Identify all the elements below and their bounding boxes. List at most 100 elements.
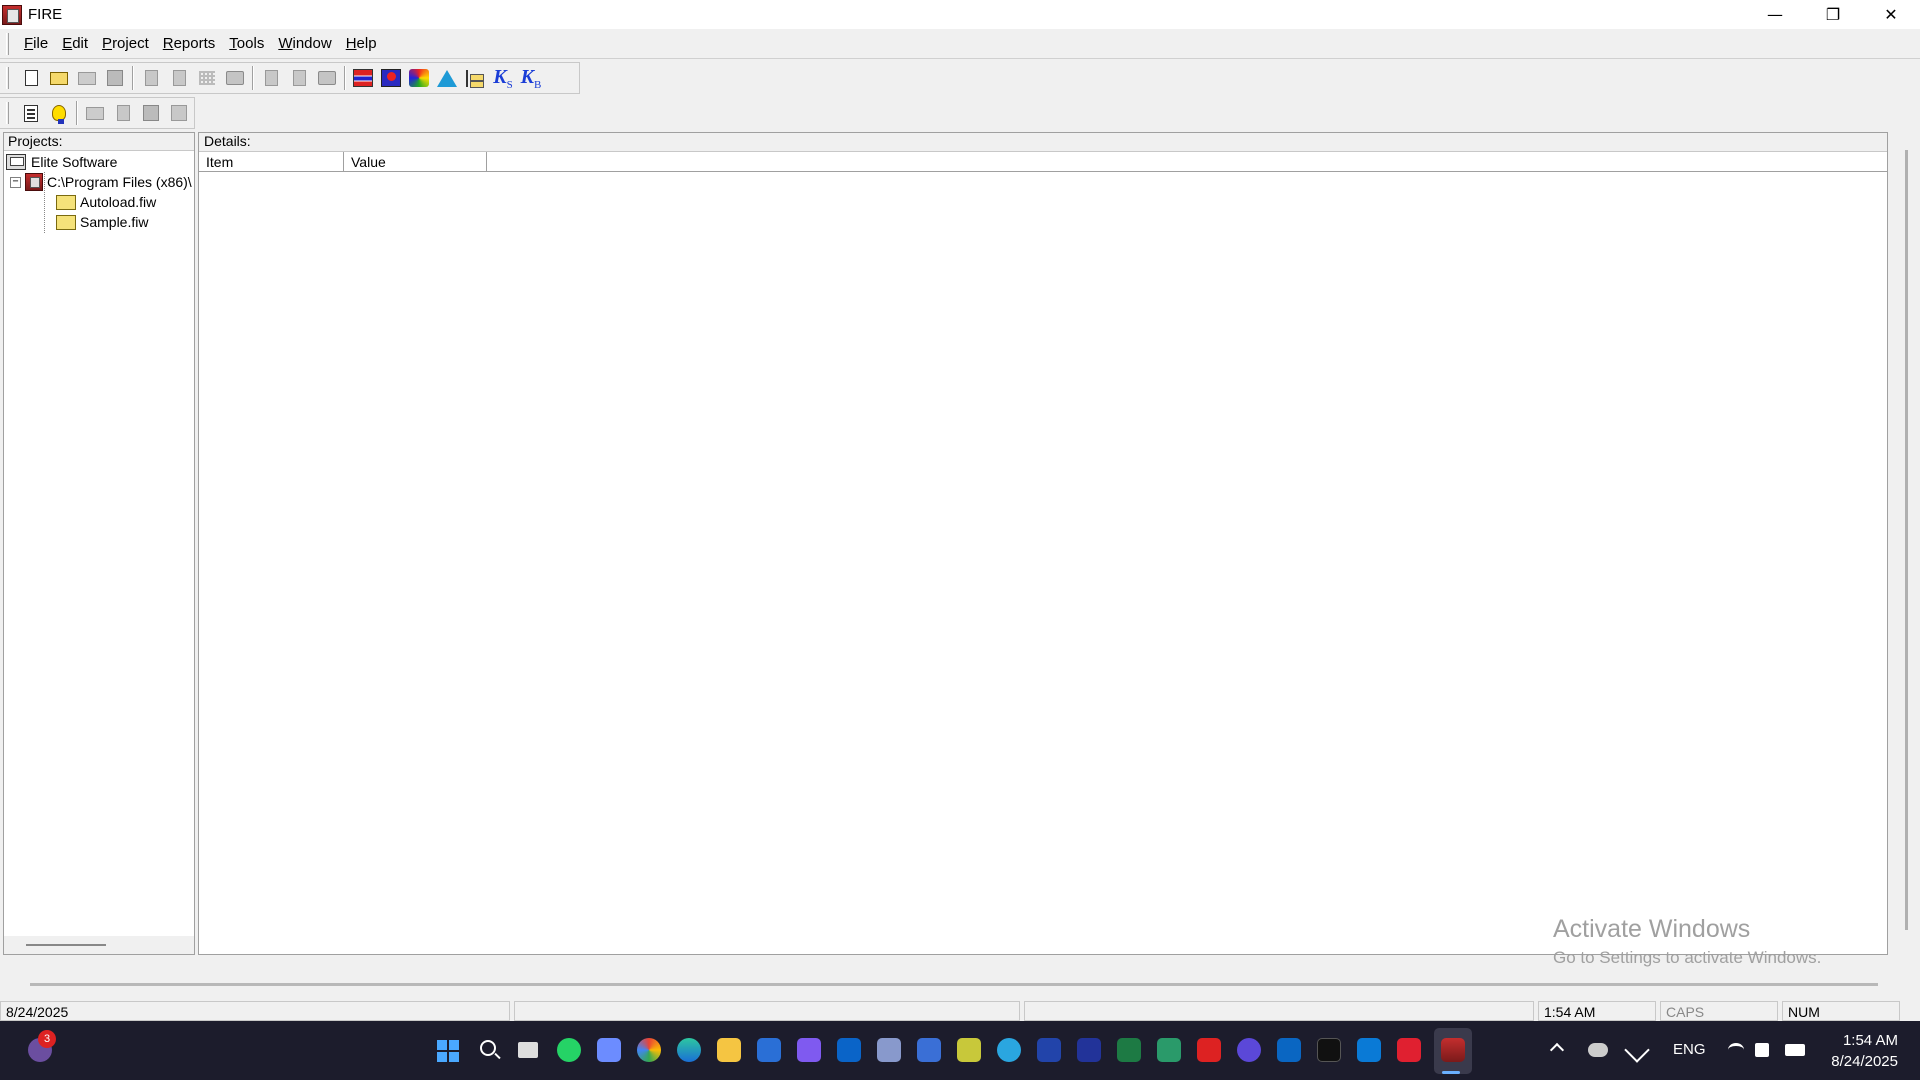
print-setup-button[interactable] — [221, 64, 249, 92]
ks-button[interactable]: KS — [489, 64, 517, 92]
tree-view-button[interactable] — [461, 64, 489, 92]
printer-icon — [318, 71, 336, 85]
taskbar: 3 ENG 1:54 AM 8/24/2025 — [0, 1021, 1920, 1080]
edge-icon[interactable] — [677, 1038, 701, 1062]
app-icon-3[interactable] — [957, 1038, 981, 1062]
grid-button[interactable] — [193, 64, 221, 92]
open-folder-icon — [50, 71, 68, 85]
search-icon[interactable] — [480, 1040, 496, 1056]
scrollbar-thumb[interactable] — [26, 944, 106, 946]
close-button[interactable]: ✕ — [1862, 0, 1920, 29]
file-explorer-icon[interactable] — [717, 1038, 741, 1062]
close-file-button[interactable] — [73, 64, 101, 92]
start-windows-icon[interactable] — [437, 1040, 459, 1062]
app-icon-4[interactable] — [1037, 1038, 1061, 1062]
app-icon-5[interactable] — [1157, 1038, 1181, 1062]
menu-window[interactable]: Window — [271, 35, 338, 52]
copy-icon — [144, 70, 158, 86]
fire-project-icon — [25, 173, 43, 191]
telegram-icon[interactable] — [997, 1038, 1021, 1062]
projects-horizontal-scrollbar[interactable] — [4, 936, 194, 954]
onedrive-icon[interactable] — [1588, 1043, 1608, 1057]
tree-item-root[interactable]: Elite Software — [4, 152, 194, 172]
menu-edit[interactable]: Edit — [55, 35, 95, 52]
save-button[interactable] — [101, 64, 129, 92]
save-disk-icon — [107, 70, 123, 86]
sprinkler-button[interactable] — [377, 64, 405, 92]
show-hidden-icons-chevron-icon[interactable] — [1549, 1042, 1565, 1058]
toolbar-grip[interactable] — [6, 67, 9, 89]
tip-button[interactable] — [45, 99, 73, 127]
toolbar-separator — [252, 66, 254, 90]
window-title: FIRE — [28, 6, 63, 23]
copilot-app-icon[interactable] — [597, 1038, 621, 1062]
calculate-button[interactable] — [405, 64, 433, 92]
column-header-value[interactable]: Value — [344, 152, 487, 172]
collapse-expander-icon[interactable]: − — [10, 176, 21, 188]
task-view-icon[interactable] — [518, 1042, 538, 1058]
delete-button[interactable] — [165, 99, 193, 127]
whatsapp-icon[interactable] — [557, 1038, 581, 1062]
language-indicator[interactable]: ENG — [1673, 1041, 1706, 1058]
mdi-horizontal-scrollbar[interactable] — [30, 983, 1878, 986]
microsoft-store-icon[interactable] — [757, 1038, 781, 1062]
chrome-icon[interactable] — [637, 1038, 661, 1062]
cut-button[interactable] — [81, 99, 109, 127]
outlook-icon[interactable] — [837, 1038, 861, 1062]
fire-app-icon[interactable] — [2, 4, 22, 25]
menu-project[interactable]: Project — [95, 35, 156, 52]
app-icon-1[interactable] — [877, 1038, 901, 1062]
print-preview-button[interactable] — [285, 64, 313, 92]
copy-project-button[interactable] — [109, 99, 137, 127]
revit-icon[interactable] — [1077, 1038, 1101, 1062]
tree-item-program-files[interactable]: − C:\Program Files (x86)\ — [4, 172, 194, 192]
battery-icon[interactable] — [1785, 1044, 1805, 1056]
tree-item-autoload[interactable]: Autoload.fiw — [4, 192, 194, 212]
menu-help[interactable]: Help — [339, 35, 384, 52]
menu-grip[interactable] — [6, 32, 9, 55]
excel-icon[interactable] — [1117, 1038, 1141, 1062]
status-date: 8/24/2025 — [0, 1001, 510, 1021]
vertical-scrollbar[interactable] — [1905, 150, 1908, 930]
graph-button[interactable] — [433, 64, 461, 92]
acrobat-icon[interactable] — [1397, 1038, 1421, 1062]
new-file-button[interactable] — [17, 64, 45, 92]
open-file-button[interactable] — [45, 64, 73, 92]
kb-icon: KB — [520, 65, 542, 91]
clock-date: 8/24/2025 — [1831, 1053, 1898, 1070]
menu-reports[interactable]: Reports — [156, 35, 223, 52]
minimize-button[interactable]: — — [1746, 0, 1804, 29]
notification-badge: 3 — [38, 1030, 56, 1048]
properties-button[interactable] — [17, 99, 45, 127]
volume-icon[interactable] — [1755, 1043, 1769, 1057]
app-icon-6[interactable] — [1237, 1038, 1261, 1062]
fire-taskbar-icon[interactable] — [1441, 1038, 1465, 1062]
taskbar-clock[interactable]: 1:54 AM 8/24/2025 — [1831, 1030, 1898, 1072]
paste-icon — [143, 105, 159, 121]
maximize-button[interactable]: ❐ — [1804, 0, 1862, 29]
main-toolbar: KS KB — [0, 62, 580, 94]
wifi-icon[interactable] — [1728, 1043, 1744, 1057]
column-header-item[interactable]: Item — [199, 152, 344, 172]
paste-button[interactable] — [137, 99, 165, 127]
menu-tools[interactable]: Tools — [222, 35, 271, 52]
tree-item-sample[interactable]: Sample.fiw — [4, 212, 194, 232]
m365-icon[interactable] — [797, 1038, 821, 1062]
app-icon-2[interactable] — [917, 1038, 941, 1062]
location-icon[interactable] — [1624, 1037, 1650, 1063]
copy-button[interactable] — [137, 64, 165, 92]
toolbar-grip[interactable] — [6, 102, 9, 124]
report-button[interactable] — [257, 64, 285, 92]
ks-icon: KS — [493, 65, 513, 91]
kb-button[interactable]: KB — [517, 64, 545, 92]
tag-button[interactable] — [165, 64, 193, 92]
wps-icon[interactable] — [1197, 1038, 1221, 1062]
pipe-sizing-button[interactable] — [349, 64, 377, 92]
outlook-new-icon[interactable] — [1357, 1038, 1381, 1062]
tiktok-icon[interactable] — [1317, 1038, 1341, 1062]
new-file-icon — [24, 70, 38, 86]
menu-file[interactable]: File — [17, 35, 55, 52]
tag-icon — [172, 70, 186, 86]
linkedin-icon[interactable] — [1277, 1038, 1301, 1062]
print-button[interactable] — [313, 64, 341, 92]
